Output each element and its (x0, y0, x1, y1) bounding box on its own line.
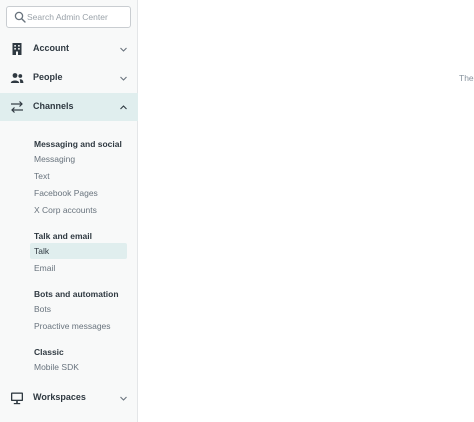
sub-item-label: Text (34, 171, 50, 181)
monitor-icon (11, 392, 23, 405)
sub-item-label: Talk (34, 246, 50, 256)
sub-item-label: Bots (34, 304, 52, 314)
sub-item-talk[interactable]: Talk (30, 243, 127, 259)
search-icon (14, 11, 26, 23)
chevron-down-icon (120, 396, 127, 401)
channels-arrows-icon (11, 101, 23, 113)
chevron-down-icon (120, 76, 127, 81)
building-icon (12, 43, 22, 55)
sub-item-label: Proactive messages (34, 321, 111, 331)
sub-item-facebook-pages[interactable]: Facebook Pages (30, 185, 127, 201)
search-box[interactable] (6, 6, 131, 28)
group-title-bots-automation: Bots and automation (34, 289, 119, 299)
nav-label-account: Account (33, 43, 69, 53)
sub-item-bots[interactable]: Bots (30, 301, 127, 317)
nav-label-workspaces: Workspaces (33, 392, 86, 402)
sub-item-label: Facebook Pages (34, 188, 98, 198)
nav-item-workspaces[interactable]: Workspaces (0, 384, 138, 412)
sub-item-x-corp-accounts[interactable]: X Corp accounts (30, 202, 127, 218)
sub-item-email[interactable]: Email (30, 260, 127, 276)
search-input[interactable] (27, 9, 127, 25)
nav-item-channels[interactable]: Channels (0, 93, 138, 121)
sub-item-proactive-messages[interactable]: Proactive messages (30, 318, 127, 334)
sub-item-messaging[interactable]: Messaging (30, 151, 127, 167)
people-icon (10, 73, 24, 83)
sidebar: Account People Channels Messaging an (0, 0, 138, 422)
group-title-classic: Classic (34, 347, 64, 357)
sub-item-label: Email (34, 263, 56, 273)
sub-item-label: Mobile SDK (34, 362, 79, 372)
sub-item-label: Messaging (34, 154, 76, 164)
sub-item-label: X Corp accounts (34, 205, 97, 215)
nav-label-channels: Channels (33, 101, 74, 111)
nav-label-people: People (33, 72, 63, 82)
sub-item-mobile-sdk[interactable]: Mobile SDK (30, 359, 127, 375)
chevron-down-icon (120, 47, 127, 52)
group-title-talk-email: Talk and email (34, 231, 92, 241)
main-content-text: The (459, 73, 474, 83)
group-title-messaging-social: Messaging and social (34, 139, 122, 149)
nav-item-account[interactable]: Account (0, 35, 138, 63)
chevron-up-icon (120, 105, 127, 110)
nav-item-people[interactable]: People (0, 64, 138, 92)
sub-item-text[interactable]: Text (30, 168, 127, 184)
